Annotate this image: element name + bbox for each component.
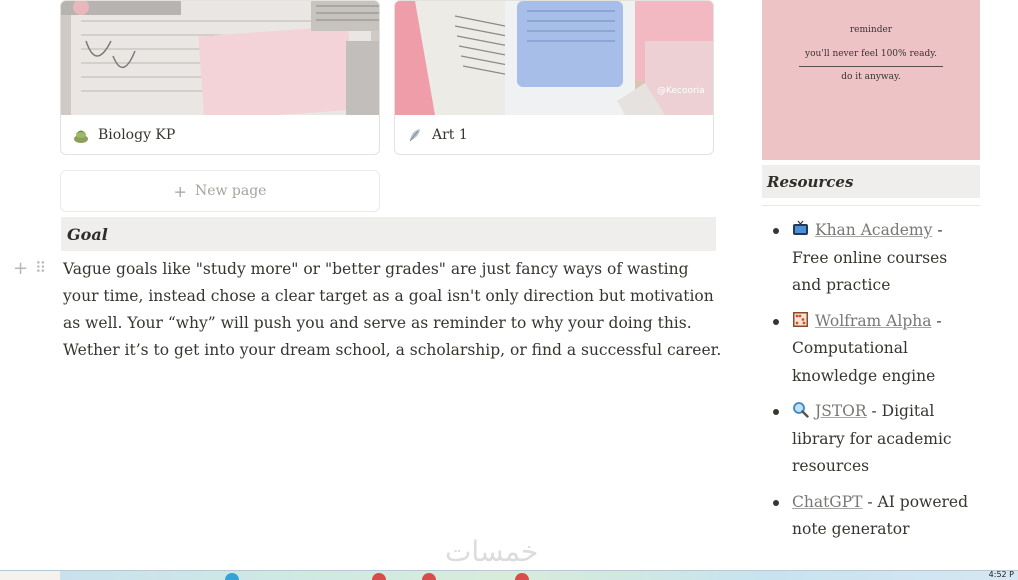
plant-icon xyxy=(72,126,90,144)
bullet-icon xyxy=(773,499,779,506)
bullet-icon xyxy=(773,409,779,415)
divider xyxy=(762,205,980,206)
bullet-icon xyxy=(773,228,779,234)
add-block-icon[interactable]: + xyxy=(13,258,28,279)
quote-line-3: do it anyway. xyxy=(841,72,901,82)
app-icon[interactable] xyxy=(515,573,529,580)
goal-heading-text: Goal xyxy=(67,224,108,244)
abacus-icon xyxy=(792,310,809,327)
watermark-logo: خمسات xyxy=(445,535,539,568)
gallery-card-art[interactable]: @Kecooria Art 1 xyxy=(394,0,714,155)
bullet-icon xyxy=(773,318,779,325)
app-icon[interactable] xyxy=(225,573,239,580)
chatgpt-link[interactable]: ChatGPT xyxy=(792,493,862,511)
app-icon[interactable] xyxy=(422,573,436,580)
quote-divider xyxy=(799,66,943,67)
feather-icon xyxy=(406,126,424,144)
new-page-label: New page xyxy=(194,183,267,199)
list-item: Wolfram Alpha - Computational knowledge … xyxy=(770,308,980,391)
tv-icon xyxy=(792,219,809,236)
taskbar-clock[interactable]: 4:52 P xyxy=(989,570,1014,579)
card-cover-image: @Kecooria xyxy=(395,1,713,115)
card-title: Biology KP xyxy=(98,127,176,143)
new-page-button[interactable]: + New page xyxy=(60,170,380,212)
list-item: ChatGPT - AI powered note generator xyxy=(770,489,980,544)
magnifier-icon xyxy=(792,400,809,418)
reminder-image: reminder you'll never feel 100% ready. d… xyxy=(762,0,980,160)
quote-line-1: reminder xyxy=(849,25,893,35)
resources-list: Khan Academy - Free online courses and p… xyxy=(770,217,980,552)
taskbar: 4:52 P xyxy=(0,570,1018,580)
resources-heading-text: Resources xyxy=(767,172,854,191)
start-area[interactable] xyxy=(0,571,60,580)
card-title: Art 1 xyxy=(432,127,468,143)
cover-watermark: @Kecooria xyxy=(657,86,705,96)
plus-icon: + xyxy=(173,181,187,201)
quote-line-2: you'll never feel 100% ready. xyxy=(805,49,937,59)
gallery-card-biology[interactable]: Biology KP xyxy=(60,0,380,155)
resources-heading: Resources xyxy=(762,165,980,198)
khan-academy-link[interactable]: Khan Academy xyxy=(815,221,932,239)
drag-handle-icon[interactable]: ⠿ xyxy=(35,259,46,277)
wolfram-alpha-link[interactable]: Wolfram Alpha xyxy=(815,312,931,330)
card-caption: Biology KP xyxy=(61,115,379,154)
list-item: Khan Academy - Free online courses and p… xyxy=(770,217,980,300)
card-caption: Art 1 xyxy=(395,115,713,154)
jstor-link[interactable]: JSTOR xyxy=(815,402,867,420)
app-icon[interactable] xyxy=(372,573,386,580)
goal-heading: Goal xyxy=(61,217,716,251)
card-cover-image xyxy=(61,1,379,115)
goal-paragraph[interactable]: Vague goals like "study more" or "better… xyxy=(63,256,723,364)
list-item: JSTOR - Digital library for academic res… xyxy=(770,398,980,481)
